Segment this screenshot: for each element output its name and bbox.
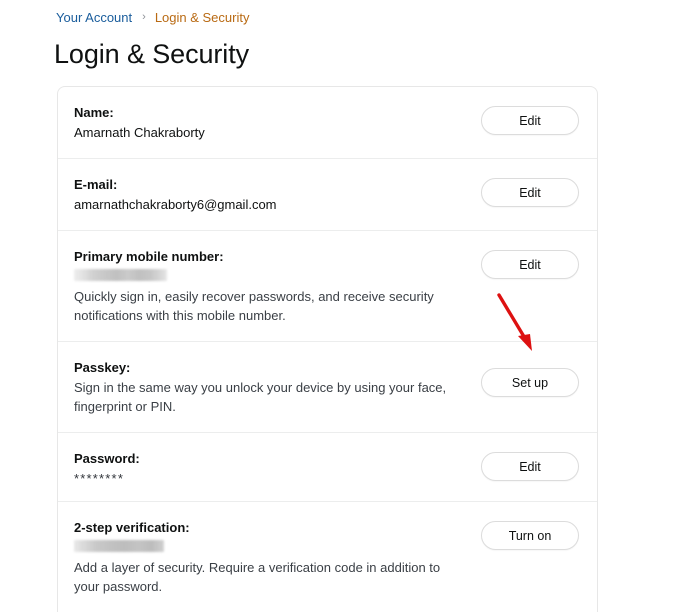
row-passkey-action: Set up: [481, 357, 579, 397]
chevron-right-icon: ›: [142, 11, 146, 23]
breadcrumb-link-your-account[interactable]: Your Account: [56, 9, 132, 26]
breadcrumb-current-login-security: Login & Security: [154, 10, 250, 25]
row-email: E-mail: amarnathchakraborty6@gmail.com E…: [58, 159, 597, 231]
row-password-info: Password: ********: [74, 448, 481, 485]
row-two-step-verification-description: Add a layer of security. Require a verif…: [74, 560, 441, 594]
row-name-info: Name: Amarnath Chakraborty: [74, 102, 481, 142]
row-email-label: E-mail:: [74, 177, 118, 192]
edit-password-button[interactable]: Edit: [481, 452, 579, 481]
row-two-step-verification-info: 2-step verification: Add a layer of secu…: [74, 517, 481, 596]
page-title: Login & Security: [54, 39, 250, 69]
row-name: Name: Amarnath Chakraborty Edit: [58, 87, 597, 159]
breadcrumb: Your Account › Login & Security: [56, 9, 249, 26]
row-two-step-verification-label: 2-step verification:: [74, 520, 190, 535]
row-email-value: amarnathchakraborty6@gmail.com: [74, 197, 277, 212]
set-up-passkey-button[interactable]: Set up: [481, 368, 579, 397]
login-security-card: Name: Amarnath Chakraborty Edit E-mail: …: [57, 86, 598, 612]
turn-on-two-step-verification-button[interactable]: Turn on: [481, 521, 579, 550]
row-mobile-number-label: Primary mobile number:: [74, 249, 224, 264]
row-password-action: Edit: [481, 448, 579, 481]
row-email-info: E-mail: amarnathchakraborty6@gmail.com: [74, 174, 481, 214]
row-passkey: Passkey: Sign in the same way you unlock…: [58, 342, 597, 433]
edit-email-button[interactable]: Edit: [481, 178, 579, 207]
row-mobile-number-action: Edit: [481, 246, 579, 279]
row-password-label: Password:: [74, 451, 140, 466]
row-passkey-info: Passkey: Sign in the same way you unlock…: [74, 357, 481, 416]
row-name-action: Edit: [481, 102, 579, 135]
row-passkey-description: Sign in the same way you unlock your dev…: [74, 380, 447, 414]
edit-mobile-number-button[interactable]: Edit: [481, 250, 579, 279]
row-password-masked-value: ********: [74, 471, 125, 486]
row-name-label: Name:: [74, 105, 114, 120]
row-two-step-verification: 2-step verification: Add a layer of secu…: [58, 502, 597, 612]
row-two-step-verification-action: Turn on: [481, 517, 579, 550]
row-mobile-number-info: Primary mobile number: Quickly sign in, …: [74, 246, 481, 325]
row-mobile-number: Primary mobile number: Quickly sign in, …: [58, 231, 597, 342]
row-name-value: Amarnath Chakraborty: [74, 125, 205, 140]
row-password: Password: ******** Edit: [58, 433, 597, 502]
redacted-mobile-number: [74, 269, 167, 281]
login-security-page: Your Account › Login & Security Login & …: [0, 0, 700, 612]
edit-name-button[interactable]: Edit: [481, 106, 579, 135]
row-passkey-label: Passkey:: [74, 360, 131, 375]
redacted-two-step-status: [74, 540, 164, 552]
row-email-action: Edit: [481, 174, 579, 207]
row-mobile-number-description: Quickly sign in, easily recover password…: [74, 289, 434, 323]
